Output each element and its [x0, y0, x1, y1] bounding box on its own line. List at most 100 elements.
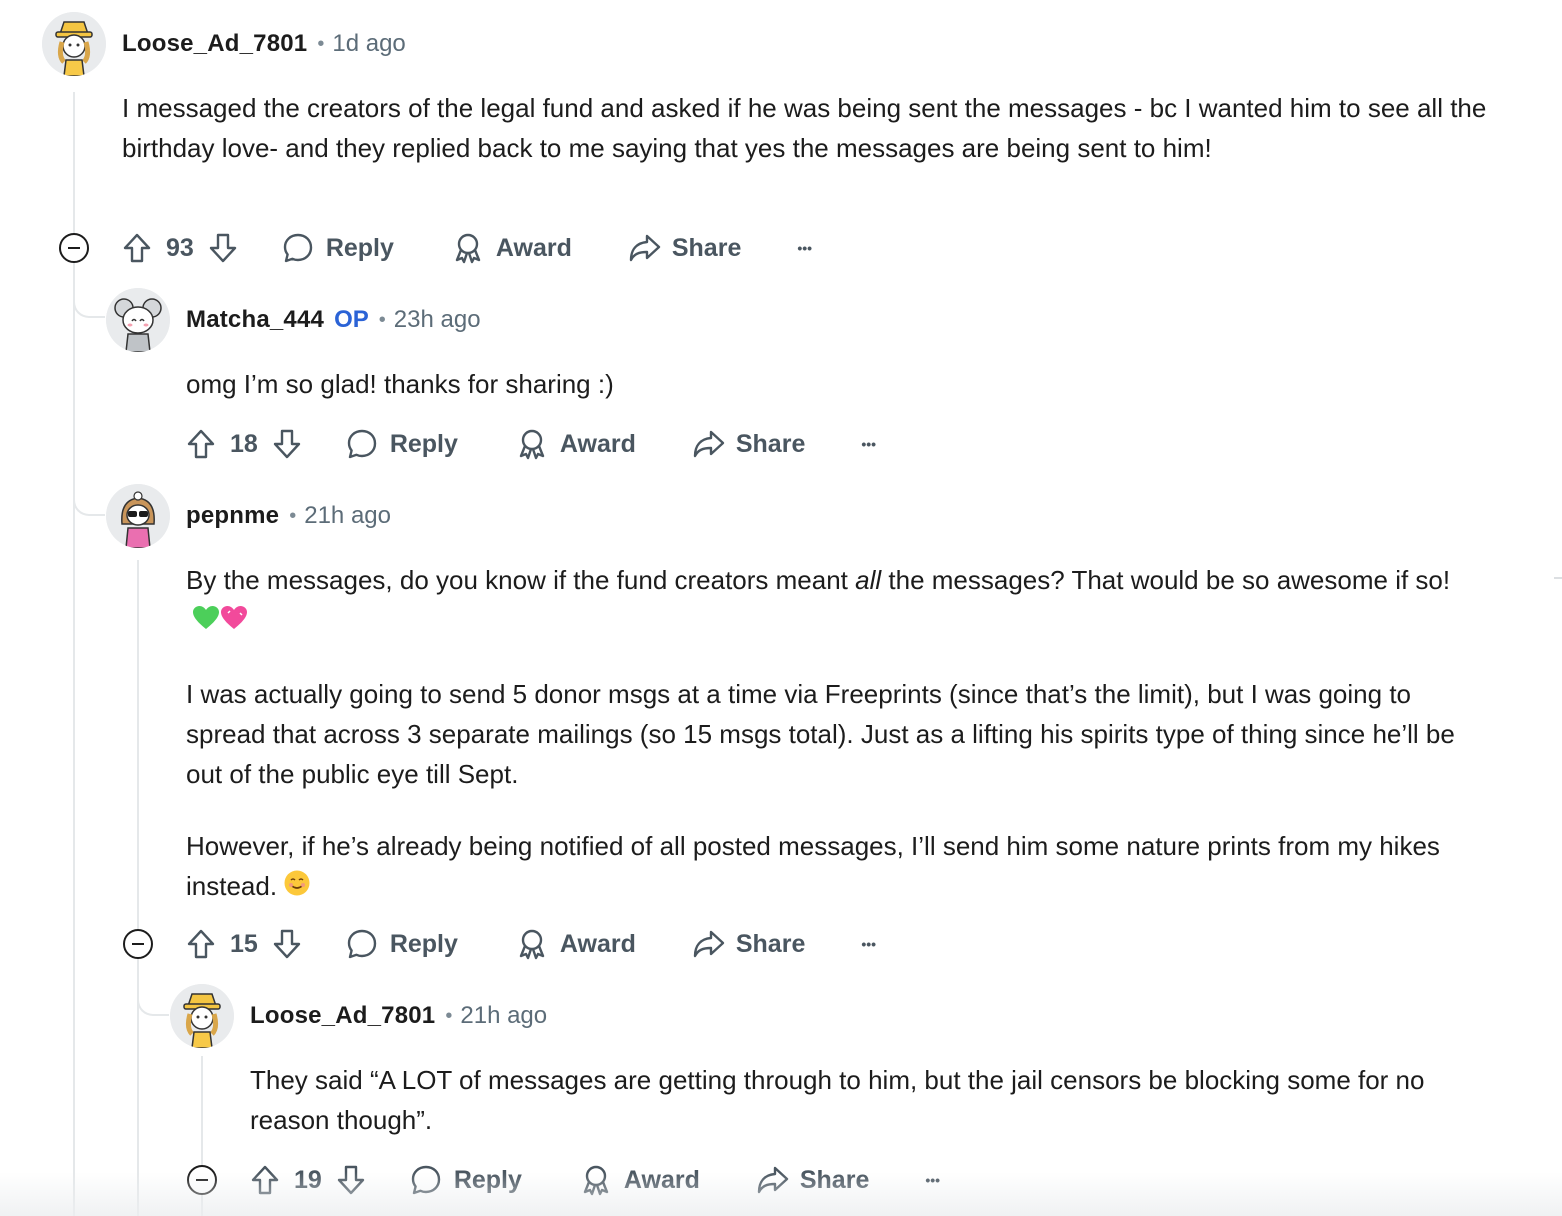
comment-body: I messaged the creators of the legal fun…	[122, 88, 1502, 168]
downvote-arrow-icon[interactable]	[272, 428, 302, 460]
separator-dot: •	[317, 32, 325, 55]
avatar[interactable]	[42, 12, 106, 76]
award-label: Award	[559, 429, 636, 458]
vote-count: 93	[166, 233, 194, 262]
upvote-arrow-icon[interactable]	[186, 428, 216, 460]
separator-dot: •	[289, 504, 297, 527]
reply-label: Reply	[389, 429, 458, 458]
comment-actions: 93 Reply Award Share •••	[122, 226, 812, 270]
share-arrow-icon	[693, 930, 725, 958]
comment-body: omg I’m so glad! thanks for sharing :)	[186, 364, 1506, 404]
comment-body: They said “A LOT of messages are getting…	[250, 1060, 1500, 1140]
award-button[interactable]: Award	[516, 428, 636, 460]
vote-group: 93	[122, 232, 238, 264]
share-label: Share	[799, 1165, 870, 1194]
share-button[interactable]: Share	[756, 1164, 869, 1196]
comment-paragraph: However, if he’s already being notified …	[186, 826, 1496, 908]
award-ribbon-icon	[519, 429, 545, 460]
sparkling-heart-icon	[221, 606, 247, 630]
share-arrow-icon	[757, 1166, 789, 1194]
comment-paragraph: By the messages, do you know if the fund…	[186, 560, 1496, 642]
author-name[interactable]: Loose_Ad_7801	[250, 1002, 435, 1030]
reply-button[interactable]: Reply	[346, 428, 458, 460]
thread-line-pepnme	[137, 560, 139, 1216]
collapse-button[interactable]	[123, 929, 153, 959]
more-dots-icon[interactable]: •••	[797, 240, 812, 256]
reply-button[interactable]: Reply	[346, 928, 458, 960]
separator-dot: •	[445, 1004, 453, 1027]
comment-actions: 18 Reply Award Share •••	[186, 422, 876, 466]
avatar-sunglasses-girl-icon	[106, 484, 170, 548]
vote-count: 19	[294, 1165, 322, 1194]
vote-group: 18	[186, 428, 302, 460]
downvote-arrow-icon[interactable]	[272, 928, 302, 960]
author-name[interactable]: pepnme	[186, 502, 279, 530]
green-heart-icon	[193, 606, 219, 630]
separator-dot: •	[378, 308, 386, 331]
vote-count: 15	[230, 929, 258, 958]
thread-branch	[137, 966, 169, 1016]
avatar-koala-icon	[106, 288, 170, 352]
share-label: Share	[735, 929, 806, 958]
more-dots-icon[interactable]: •••	[925, 1172, 940, 1188]
upvote-arrow-icon[interactable]	[250, 1164, 280, 1196]
reply-label: Reply	[325, 233, 394, 262]
collapse-button[interactable]	[187, 1165, 217, 1195]
share-button[interactable]: Share	[628, 232, 741, 264]
award-button[interactable]: Award	[452, 232, 572, 264]
downvote-arrow-icon[interactable]	[336, 1164, 366, 1196]
speech-bubble-icon	[411, 1165, 441, 1195]
avatar[interactable]	[106, 484, 170, 548]
comment-actions: 15 Reply Award Share •••	[186, 922, 876, 966]
comment-meta: Matcha_444 OP • 23h ago	[186, 304, 481, 336]
timestamp[interactable]: 1d ago	[332, 30, 405, 58]
timestamp[interactable]: 21h ago	[304, 502, 391, 530]
thread-branch	[73, 470, 105, 516]
smiling-face-emoji	[283, 868, 311, 908]
author-name[interactable]: Loose_Ad_7801	[122, 30, 307, 58]
award-label: Award	[495, 233, 572, 262]
comment-meta: Loose_Ad_7801 • 21h ago	[250, 1000, 547, 1032]
comment-body: By the messages, do you know if the fund…	[186, 560, 1496, 908]
share-button[interactable]: Share	[692, 928, 805, 960]
share-button[interactable]: Share	[692, 428, 805, 460]
comment-text: I messaged the creators of the legal fun…	[122, 93, 1487, 163]
speech-bubble-icon	[283, 233, 313, 263]
reply-button[interactable]: Reply	[410, 1164, 522, 1196]
reply-label: Reply	[453, 1165, 522, 1194]
share-arrow-icon	[629, 234, 661, 262]
avatar[interactable]	[170, 984, 234, 1048]
avatar-hat-girl-icon	[42, 12, 106, 76]
award-label: Award	[623, 1165, 700, 1194]
thread-branch	[73, 270, 105, 318]
timestamp[interactable]: 21h ago	[460, 1002, 547, 1030]
award-button[interactable]: Award	[580, 1164, 700, 1196]
timestamp[interactable]: 23h ago	[394, 306, 481, 334]
upvote-arrow-icon[interactable]	[186, 928, 216, 960]
comment-text: omg I’m so glad! thanks for sharing :)	[186, 369, 614, 399]
more-dots-icon[interactable]: •••	[861, 436, 876, 452]
award-button[interactable]: Award	[516, 928, 636, 960]
share-label: Share	[671, 233, 742, 262]
author-name[interactable]: Matcha_444	[186, 306, 324, 334]
reply-button[interactable]: Reply	[282, 232, 394, 264]
speech-bubble-icon	[347, 429, 377, 459]
reply-label: Reply	[389, 929, 458, 958]
comment-text: They said “A LOT of messages are getting…	[250, 1065, 1425, 1135]
collapse-button[interactable]	[59, 233, 89, 263]
scrollbar-mark[interactable]	[1554, 577, 1562, 579]
heart-emojis	[192, 602, 248, 642]
award-ribbon-icon	[519, 929, 545, 960]
award-ribbon-icon	[455, 233, 481, 264]
avatar[interactable]	[106, 288, 170, 352]
share-arrow-icon	[693, 430, 725, 458]
downvote-arrow-icon[interactable]	[208, 232, 238, 264]
comment-meta: Loose_Ad_7801 • 1d ago	[122, 28, 406, 60]
more-dots-icon[interactable]: •••	[861, 936, 876, 952]
share-label: Share	[735, 429, 806, 458]
upvote-arrow-icon[interactable]	[122, 232, 152, 264]
vote-count: 18	[230, 429, 258, 458]
smiling-face-icon	[284, 870, 310, 896]
speech-bubble-icon	[347, 929, 377, 959]
op-badge: OP	[334, 306, 369, 333]
